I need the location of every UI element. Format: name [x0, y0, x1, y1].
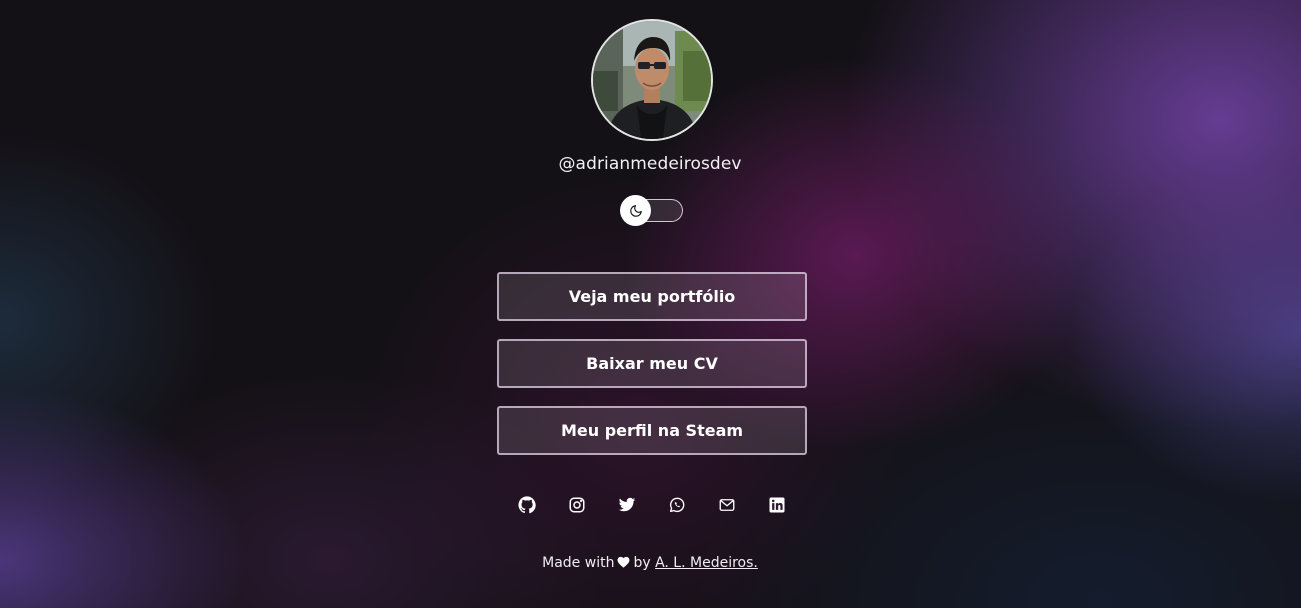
moon-icon: [629, 204, 643, 218]
whatsapp-icon[interactable]: [667, 495, 687, 515]
download-cv-button[interactable]: Baixar meu CV: [497, 339, 807, 388]
instagram-icon[interactable]: [567, 495, 587, 515]
footer-made-with: Made with: [542, 555, 615, 571]
profile-photo: [593, 21, 711, 139]
username: @adrianmedeirosdev: [558, 154, 742, 174]
social-links: [0, 495, 1301, 515]
linkedin-icon[interactable]: [767, 495, 787, 515]
footer: Made with by A. L. Medeiros.: [450, 555, 850, 571]
portfolio-button[interactable]: Veja meu portfólio: [497, 272, 807, 321]
twitter-icon[interactable]: [617, 495, 637, 515]
mail-icon[interactable]: [717, 495, 737, 515]
author-link[interactable]: A. L. Medeiros.: [655, 555, 758, 571]
steam-profile-button[interactable]: Meu perfil na Steam: [497, 406, 807, 455]
avatar: [591, 19, 713, 141]
github-icon[interactable]: [517, 495, 537, 515]
theme-toggle[interactable]: [620, 195, 683, 226]
heart-icon: [617, 556, 630, 568]
toggle-knob[interactable]: [620, 195, 651, 226]
footer-by: by: [633, 555, 651, 571]
